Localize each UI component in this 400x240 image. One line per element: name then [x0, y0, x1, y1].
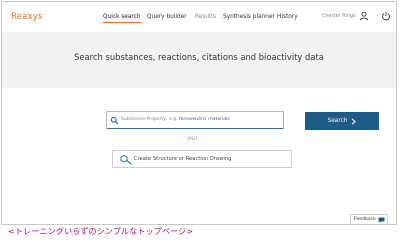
structure-drawing-button[interactable]: Create Structure or Reaction Drawing: [112, 150, 292, 168]
nav-query-builder[interactable]: Query builder: [147, 14, 187, 20]
hero-title: Search substances, reactions, citations …: [74, 52, 324, 62]
search-button-label: Search: [327, 118, 348, 124]
user-icon[interactable]: [359, 11, 369, 21]
hero-banner: Search substances, reactions, citations …: [2, 32, 396, 88]
search-placeholder-example: ferroelectric materials: [178, 117, 230, 122]
nav-results[interactable]: Results: [195, 14, 216, 20]
top-navigation-bar: Reaxys Quick search Query builder Result…: [2, 2, 396, 32]
search-icon: [110, 116, 119, 125]
caption-text: <トレーニングいらずのシンプルなトップページ>: [8, 226, 194, 236]
power-icon[interactable]: [381, 11, 391, 21]
app-window: Reaxys Quick search Query builder Result…: [1, 1, 397, 225]
search-button[interactable]: Search: [305, 112, 379, 130]
chevron-right-icon: [352, 117, 357, 125]
reaxys-logo[interactable]: Reaxys: [11, 12, 43, 22]
search-placeholder: Substance Property, e.g. ferroelectric m…: [121, 117, 230, 122]
user-name[interactable]: Chester Ringo: [322, 14, 356, 19]
feedback-label: Feedback: [354, 217, 376, 222]
search-input[interactable]: Substance Property, e.g. ferroelectric m…: [106, 111, 284, 129]
feedback-button[interactable]: Feedback: [350, 214, 388, 224]
nav-history[interactable]: History: [277, 14, 298, 20]
nav-quick-search[interactable]: Quick search: [103, 14, 141, 23]
structure-drawing-label: Create Structure or Reaction Drawing: [134, 156, 232, 162]
and-separator: AND: [186, 137, 198, 142]
structure-editor-icon: [120, 154, 132, 166]
chat-bubble-icon: [378, 217, 385, 223]
search-placeholder-prefix: Substance Property, e.g.: [121, 117, 179, 122]
nav-synthesis-planner[interactable]: Synthesis planner: [223, 14, 275, 20]
